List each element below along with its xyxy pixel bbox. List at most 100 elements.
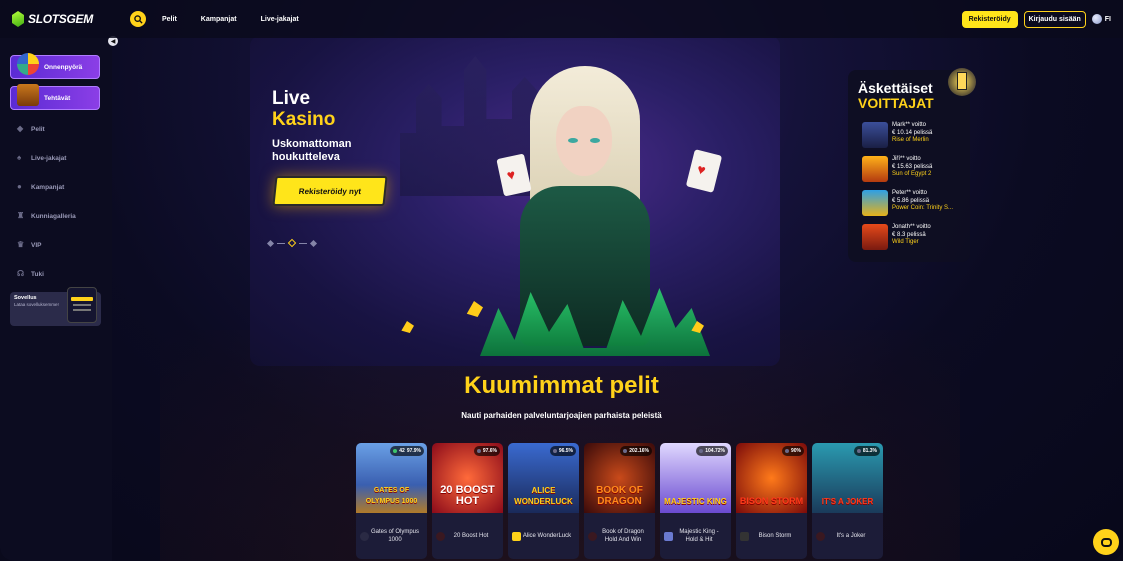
fortune-wheel-button[interactable]: Onnenpyörä xyxy=(10,53,100,79)
game-name: It's a Joker xyxy=(836,532,866,539)
rtp-badge: 97.6% xyxy=(473,446,500,456)
hero-title-line2: Kasino xyxy=(272,109,336,130)
provider-icon xyxy=(360,531,369,541)
rtp-badge: 96.5% xyxy=(549,446,576,456)
hot-games-subtitle: Nauti parhaiden palveluntarjoajien parha… xyxy=(461,411,662,420)
hero-subtitle: Uskomattoman houkutteleva xyxy=(272,138,352,163)
missions-button[interactable]: Tehtävät xyxy=(10,84,100,110)
game-art: 96.5% ALICE WONDERLUCK xyxy=(508,443,579,513)
sidebar-item-label: VIP xyxy=(31,241,42,249)
sidebar: ◀ Onnenpyörä Tehtävät ◆ Pelit ♠ Live-jakaj… xyxy=(0,36,118,561)
winner-name: Peter** voitto xyxy=(892,190,928,196)
game-art: 90% BISON STORM xyxy=(736,443,807,513)
game-art: 97.6% 20 BOOST HOT xyxy=(432,443,503,513)
winner-game: Wild Tiger xyxy=(892,239,919,245)
winner-game: Rise of Merlin xyxy=(892,137,929,143)
gem-logo-icon xyxy=(12,11,24,27)
sidebar-item-label: Live-jakajat xyxy=(31,154,67,162)
game-thumbnail xyxy=(862,190,888,216)
gem-icon: ◆ xyxy=(17,124,24,133)
cards-icon: ♠ xyxy=(17,153,22,162)
hero-title-line1: Live xyxy=(272,88,311,109)
game-name: Alice WonderLuck xyxy=(522,532,572,539)
login-button[interactable]: Kirjaudu sisään xyxy=(1023,10,1086,28)
game-name: Bison Storm xyxy=(758,532,792,539)
app-card-subtitle: Lataa sovelluksemme! xyxy=(14,302,59,307)
trophy-icon: ♜ xyxy=(17,211,25,220)
search-icon xyxy=(133,14,143,24)
elf-dealer-illustration xyxy=(460,66,730,366)
chat-bubble-icon xyxy=(1100,537,1112,547)
rtp-badge: 90% xyxy=(781,446,804,456)
missions-label: Tehtävät xyxy=(44,94,71,102)
game-logo: IT'S A JOKER xyxy=(821,497,874,506)
treasure-chest-icon xyxy=(17,84,39,106)
game-card[interactable]: 96.5% ALICE WONDERLUCK Alice WonderLuck xyxy=(508,443,579,559)
game-thumbnail xyxy=(862,224,888,250)
sidebar-item-vip[interactable]: ♛ VIP xyxy=(17,241,41,249)
game-card[interactable]: 97.6% 20 BOOST HOT 20 Boost Hot xyxy=(432,443,503,559)
logo-text: SLOTSGEM xyxy=(28,12,93,26)
winner-amount: € 8.3 pelissä xyxy=(892,231,926,238)
sidebar-item-label: Kampanjat xyxy=(31,183,65,191)
winner-game: Power Coin: Trinity S... xyxy=(892,205,954,211)
game-name: Book of Dragon Hold And Win xyxy=(602,528,644,544)
carousel-dot-active[interactable] xyxy=(287,238,297,248)
site-logo[interactable]: SLOTSGEM xyxy=(12,11,130,27)
game-thumbnail xyxy=(862,156,888,182)
provider-icon xyxy=(664,531,673,541)
game-logo: GATES OF OLYMPUS 1000 xyxy=(365,487,418,505)
sidebar-item-games[interactable]: ◆ Pelit xyxy=(17,125,45,133)
winner-entry[interactable]: Jiří** voitto € 15.63 pelissä Sun of Egypt… xyxy=(862,156,932,182)
nav-campaigns[interactable]: Kampanjat xyxy=(201,16,237,23)
search-button[interactable] xyxy=(130,11,146,27)
sidebar-item-hall-of-fame[interactable]: ♜ Kunniagalleria xyxy=(17,212,76,220)
hero-banner[interactable]: Live Kasino Uskomattoman houkutteleva Re… xyxy=(250,36,780,366)
game-thumbnail xyxy=(862,122,888,148)
sidebar-item-campaigns[interactable]: ● Kampanjat xyxy=(17,183,64,191)
carousel-dot[interactable] xyxy=(309,239,318,247)
fortune-wheel-icon xyxy=(17,53,39,75)
register-button[interactable]: Rekisteröidy xyxy=(961,10,1018,28)
nav-live-dealers[interactable]: Live-jakajat xyxy=(261,16,299,23)
provider-icon xyxy=(740,531,749,541)
winner-entry[interactable]: Peter** voitto € 5.86 pelissä Power Coin: … xyxy=(862,190,953,216)
game-logo: BISON STORM xyxy=(739,496,804,506)
phone-icon xyxy=(67,287,97,323)
app-download-card[interactable]: Sovellus Lataa sovelluksemme! xyxy=(10,287,101,326)
fortune-wheel-label: Onnenpyörä xyxy=(44,63,83,71)
winner-name: Mark** voitto xyxy=(892,122,927,128)
carousel-dot[interactable] xyxy=(266,239,275,247)
winner-name: Jonath** voitto xyxy=(892,224,931,230)
provider-icon xyxy=(816,531,825,541)
globe-icon xyxy=(1091,14,1102,24)
game-card[interactable]: 104.72% MAJESTIC KING Majestic King - Ho… xyxy=(660,443,731,559)
game-card[interactable]: 81.3% IT'S A JOKER It's a Joker xyxy=(812,443,883,559)
winner-entry[interactable]: Mark** voitto € 10.14 pelissä Rise of Merl… xyxy=(862,122,932,148)
game-logo: MAJESTIC KING xyxy=(664,497,727,506)
winner-entry[interactable]: Jonath** voitto € 8.3 pelissä Wild Tiger xyxy=(862,224,931,250)
nav-games[interactable]: Pelit xyxy=(162,16,177,23)
game-logo: 20 BOOST HOT xyxy=(440,484,495,507)
sidebar-item-label: Kunniagalleria xyxy=(31,212,76,220)
sidebar-item-live-dealers[interactable]: ♠ Live-jakajat xyxy=(17,154,66,162)
game-art: 42 97.9% GATES OF OLYMPUS 1000 xyxy=(356,443,427,513)
sidebar-item-support[interactable]: ☊ Tuki xyxy=(17,270,44,278)
game-name: Majestic King - Hold & Hit xyxy=(679,528,719,544)
sidebar-item-label: Pelit xyxy=(31,125,45,133)
rtp-badge: 202.16% xyxy=(620,446,652,456)
game-card[interactable]: 42 97.9% GATES OF OLYMPUS 1000 Gates of O… xyxy=(356,443,427,559)
game-card[interactable]: 90% BISON STORM Bison Storm xyxy=(736,443,807,559)
winner-amount: € 5.86 pelissä xyxy=(892,197,930,204)
hot-games-list: 42 97.9% GATES OF OLYMPUS 1000 Gates of O… xyxy=(356,443,883,559)
game-art: 104.72% MAJESTIC KING xyxy=(660,443,731,513)
live-chat-button[interactable] xyxy=(1093,529,1119,555)
game-card[interactable]: 202.16% BOOK OF DRAGON Book of Dragon Ho… xyxy=(584,443,655,559)
winner-amount: € 15.63 pelissä xyxy=(892,163,933,170)
hero-register-button[interactable]: Rekisteröidy nyt xyxy=(272,176,388,206)
header-actions: Rekisteröidy Kirjaudu sisään FI xyxy=(961,10,1111,28)
gift-icon: ● xyxy=(17,182,22,191)
rtp-badge: 104.72% xyxy=(696,446,728,456)
language-code: FI xyxy=(1104,15,1111,23)
language-selector[interactable]: FI xyxy=(1091,14,1111,24)
